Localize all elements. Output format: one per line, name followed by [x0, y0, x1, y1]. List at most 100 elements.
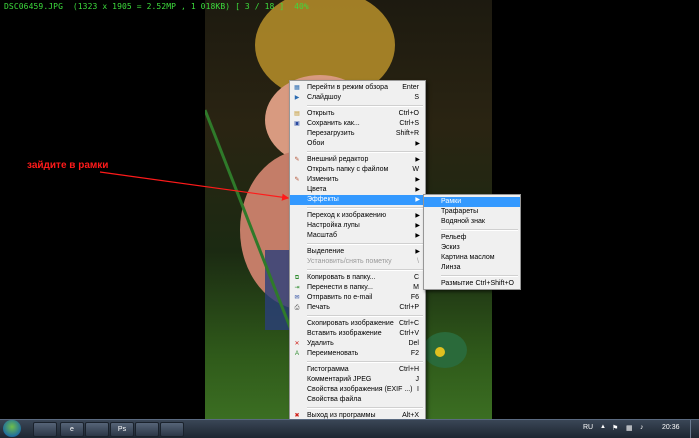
menu-item-label: Печать	[307, 304, 330, 311]
menu-item-2[interactable]: Водяной знак	[424, 217, 520, 227]
menu-item-label: Вставить изображение	[307, 330, 382, 337]
show-desktop-button[interactable]	[690, 420, 699, 438]
menu-item-7[interactable]: Линза	[424, 263, 520, 273]
image-info-bar: DSC06459.JPG (1323 x 1905 = 2.52MP , 1 0…	[4, 2, 309, 11]
submenu-arrow-icon: ▶	[415, 187, 420, 193]
menu-item-27[interactable]: Вставить изображение Ctrl+V	[290, 329, 425, 339]
menu-item-6[interactable]: Картина маслом	[424, 253, 520, 263]
language-indicator[interactable]: RU	[583, 424, 593, 431]
menu-item-0[interactable]: ▦ Перейти в режим обзора Enter	[290, 83, 425, 93]
menu-item-26[interactable]: Скопировать изображение Ctrl+C	[290, 319, 425, 329]
editor-icon: ✎	[294, 157, 300, 163]
menu-item-11[interactable]: Цвета ▶	[290, 185, 425, 195]
network-icon[interactable]: ▦	[626, 424, 633, 432]
menu-item-label: Обои	[307, 140, 325, 147]
menu-item-5[interactable]: Эскиз	[424, 243, 520, 253]
menu-item-shortcut: Ctrl+H	[398, 366, 419, 373]
menu-separator	[441, 229, 518, 231]
menu-item-shortcut: J	[415, 376, 420, 383]
menu-item-14[interactable]: Переход к изображению ▶	[290, 211, 425, 221]
submenu-arrow-icon: ▶	[415, 249, 420, 255]
ie-icon[interactable]: e	[60, 422, 84, 437]
menu-item-label: Копировать в папку...	[307, 274, 376, 281]
menu-item-label: Комментарий JPEG	[307, 376, 372, 383]
menu-separator	[307, 105, 423, 107]
menu-item-18[interactable]: Выделение ▶	[290, 247, 425, 257]
volume-icon[interactable]: ♪	[640, 424, 644, 431]
menu-item-5[interactable]: Перезагрузить Shift+R	[290, 129, 425, 139]
chrome-icon[interactable]	[85, 422, 109, 437]
menu-item-8[interactable]: ✎ Внешний редактор ▶	[290, 155, 425, 165]
menu-item-9[interactable]: Открыть папку с файлом W	[290, 165, 425, 175]
menu-item-label: Свойства изображения (EXIF ...)	[307, 386, 413, 393]
clock[interactable]: 20:36	[662, 424, 680, 431]
menu-item-label: Переход к изображению	[307, 212, 387, 219]
menu-item-9[interactable]: Размытие Ctrl+Shift+O	[424, 279, 520, 289]
menu-item-label: Изменить	[307, 176, 339, 183]
menu-item-28[interactable]: ✕ Удалить Del	[290, 339, 425, 349]
menu-item-21[interactable]: ⧉ Копировать в папку... C	[290, 273, 425, 283]
menu-item-label: Перейти в режим обзора	[307, 84, 388, 91]
menu-item-shortcut: S	[414, 94, 419, 101]
menu-item-shortcut: Enter	[402, 84, 419, 91]
menu-item-label: Эскиз	[441, 244, 460, 251]
menu-item-22[interactable]: ⇥ Перенести в папку... M	[290, 283, 425, 293]
flag-icon[interactable]: ⚑	[612, 424, 618, 432]
save-icon: ▣	[294, 121, 300, 127]
menu-item-shortcut: I	[417, 386, 419, 393]
menu-item-label: Настройка лупы	[307, 222, 360, 229]
menu-item-23[interactable]: ✉ Отправить по e-mail F6	[290, 293, 425, 303]
submenu-arrow-icon: ▶	[415, 223, 420, 229]
menu-item-label: Линза	[441, 264, 461, 271]
menu-item-4[interactable]: Рельеф	[424, 233, 520, 243]
annotation-label: зайдите в рамки	[27, 160, 109, 171]
folder-icon[interactable]	[33, 422, 57, 437]
copy-icon: ⧉	[294, 275, 300, 281]
menu-item-label: Выход из программы	[307, 412, 376, 419]
submenu-arrow-icon: ▶	[415, 197, 420, 203]
menu-item-shortcut: F6	[410, 294, 419, 301]
menu-item-32[interactable]: Комментарий JPEG J	[290, 375, 425, 385]
menu-item-1[interactable]: ▶ Слайдшоу S	[290, 93, 425, 103]
taskbar: e Ps RU ▲ ⚑ ▦ ♪ 20:36	[0, 419, 699, 438]
menu-item-19: Установить/снять пометку \	[290, 257, 425, 267]
menu-item-shortcut: Ctrl+P	[399, 304, 419, 311]
menu-separator	[307, 151, 423, 153]
submenu-arrow-icon: ▶	[415, 157, 420, 163]
menu-item-1[interactable]: Трафареты	[424, 207, 520, 217]
menu-item-4[interactable]: ▣ Сохранить как... Ctrl+S	[290, 119, 425, 129]
menu-item-label: Скопировать изображение	[307, 320, 394, 327]
menu-item-12[interactable]: Эффекты ▶	[290, 195, 425, 205]
submenu-arrow-icon: ▶	[415, 213, 420, 219]
menu-item-label: Внешний редактор	[307, 156, 369, 163]
menu-item-label: Установить/снять пометку	[307, 258, 392, 265]
start-button[interactable]	[3, 420, 21, 437]
menu-item-15[interactable]: Настройка лупы ▶	[290, 221, 425, 231]
slideshow-icon: ▶	[294, 95, 300, 101]
viewer-icon[interactable]	[160, 422, 184, 437]
menu-item-29[interactable]: A Переименовать F2	[290, 349, 425, 359]
submenu-arrow-icon: ▶	[415, 233, 420, 239]
menu-item-shortcut: Ctrl+V	[399, 330, 419, 337]
menu-item-label: Цвета	[307, 186, 327, 193]
photoshop-icon[interactable]: Ps	[110, 422, 134, 437]
menu-item-6[interactable]: Обои ▶	[290, 139, 425, 149]
menu-item-31[interactable]: Гистограмма Ctrl+H	[290, 365, 425, 375]
browse-icon: ▦	[294, 85, 300, 91]
context-menu: ▦ Перейти в режим обзора Enter ▶ Слайдшоу S ▤ О…	[289, 80, 426, 422]
menu-item-10[interactable]: ✎ Изменить ▶	[290, 175, 425, 185]
tray-arrow-icon[interactable]: ▲	[600, 424, 606, 430]
menu-item-3[interactable]: ▤ Открыть Ctrl+O	[290, 109, 425, 119]
paint-icon[interactable]	[135, 422, 159, 437]
menu-item-label: Масштаб	[307, 232, 337, 239]
menu-item-label: Выделение	[307, 248, 345, 255]
menu-item-shortcut: Ctrl+O	[398, 110, 419, 117]
menu-item-24[interactable]: ⎙ Печать Ctrl+P	[290, 303, 425, 313]
move-icon: ⇥	[294, 285, 300, 291]
menu-item-label: Сохранить как...	[307, 120, 360, 127]
menu-item-shortcut: W	[412, 166, 419, 173]
menu-item-16[interactable]: Масштаб ▶	[290, 231, 425, 241]
menu-item-33[interactable]: Свойства изображения (EXIF ...) I	[290, 385, 425, 395]
menu-item-0[interactable]: Рамки	[424, 197, 520, 207]
menu-item-34[interactable]: Свойства файла	[290, 395, 425, 405]
